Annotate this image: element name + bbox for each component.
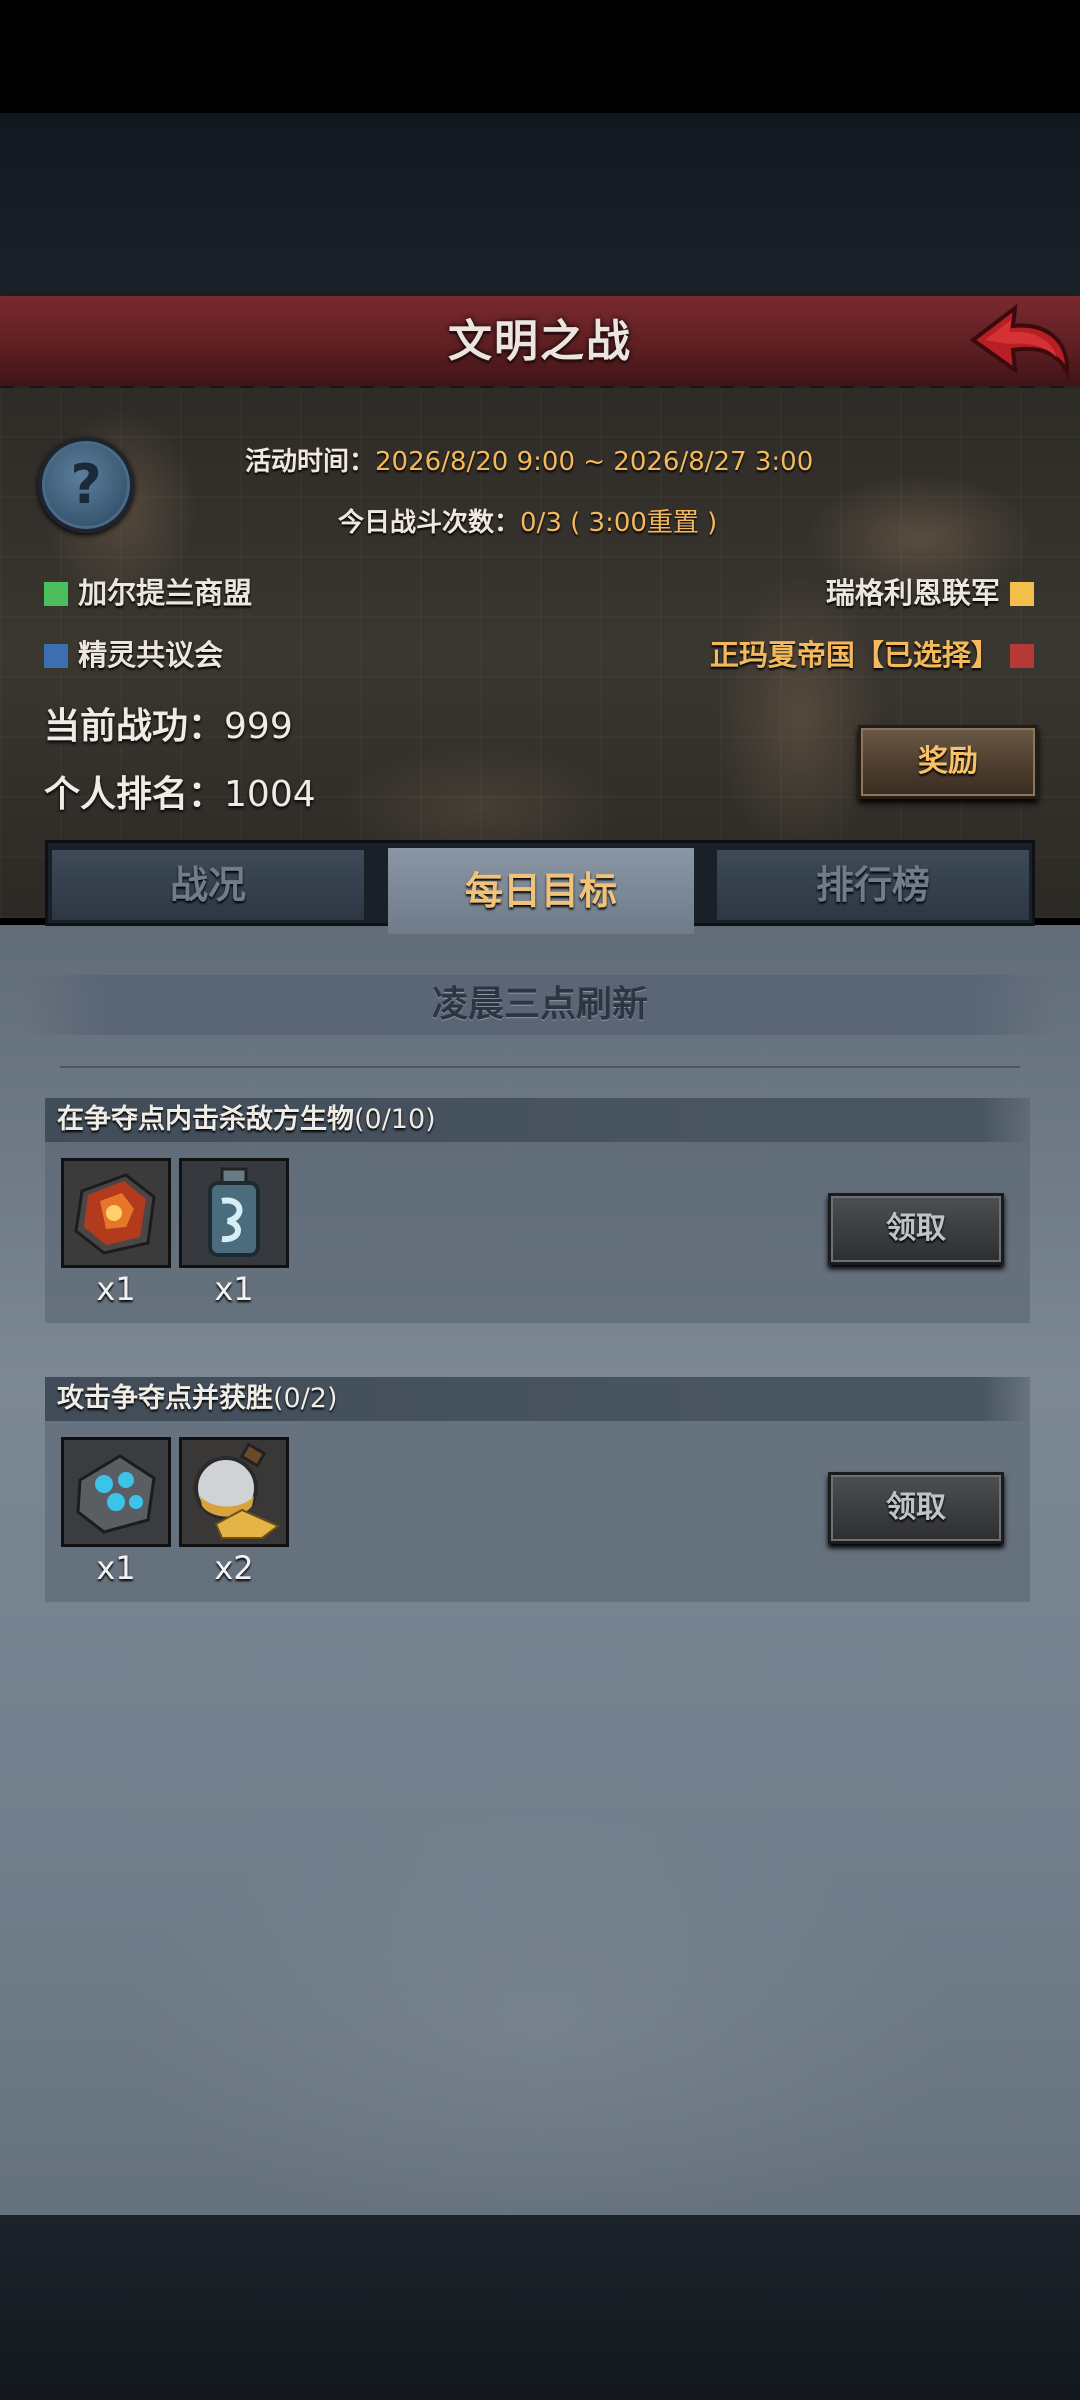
tab-battle-status[interactable]: 战况 bbox=[52, 850, 364, 920]
lava-ore-icon-graphic bbox=[64, 1161, 168, 1265]
back-arrow-icon bbox=[969, 303, 1070, 380]
item-quantity: x1 bbox=[96, 1270, 136, 1308]
page-title: 文明之战 bbox=[448, 316, 632, 367]
item-quantity: x1 bbox=[214, 1270, 254, 1308]
question-icon: ? bbox=[70, 453, 102, 516]
potion-bottle-icon-graphic bbox=[182, 1161, 286, 1265]
faction-legend-2: 瑞格利恩联军 bbox=[826, 570, 1034, 612]
faction-color-swatch bbox=[44, 582, 68, 606]
faction-name: 加尔提兰商盟 bbox=[78, 576, 253, 610]
faction-legend-1: 加尔提兰商盟 bbox=[44, 570, 252, 612]
faction-color-swatch bbox=[1010, 644, 1034, 668]
faction-name: 正玛夏帝国【已选择】 bbox=[709, 638, 1000, 672]
faction-color-swatch bbox=[1010, 582, 1034, 606]
battle-count-label: 今日战斗次数： bbox=[338, 508, 521, 538]
battle-count-value: 0/3 ( 3:00重置 ) bbox=[520, 508, 718, 538]
refresh-note: 凌晨三点刷新 bbox=[431, 984, 648, 1025]
merit-stat: 当前战功：999 bbox=[44, 697, 293, 749]
lava-ore-icon[interactable] bbox=[61, 1158, 171, 1268]
faction-color-swatch bbox=[44, 644, 68, 668]
task-name: 在争夺点内击杀敌方生物 bbox=[57, 1104, 354, 1135]
task-title: 在争夺点内击杀敌方生物(0/10) bbox=[57, 1098, 436, 1142]
tab-daily-goals[interactable]: 每日目标 bbox=[388, 848, 694, 934]
item-quantity: x1 bbox=[96, 1549, 136, 1587]
rank-stat: 个人排名：1004 bbox=[44, 765, 316, 817]
claim-button[interactable]: 领取 bbox=[828, 1472, 1004, 1544]
event-time-label: 活动时间： bbox=[245, 447, 376, 477]
gold-sand-flask-icon[interactable] bbox=[179, 1437, 289, 1547]
tab-leaderboard[interactable]: 排行榜 bbox=[717, 850, 1029, 920]
merit-label: 当前战功： bbox=[44, 706, 225, 747]
event-time-value: 2026/8/20 9:00 ~ 2026/8/27 3:00 bbox=[375, 447, 814, 477]
status-bar-area bbox=[0, 0, 1080, 113]
event-time: 活动时间：2026/8/20 9:00 ~ 2026/8/27 3:00 bbox=[245, 441, 813, 478]
back-button[interactable] bbox=[965, 300, 1075, 384]
item-quantity: x2 bbox=[214, 1549, 254, 1587]
top-backdrop bbox=[0, 113, 1080, 298]
reward-button[interactable]: 奖励 bbox=[858, 725, 1038, 799]
faction-legend-3: 精灵共议会 bbox=[44, 632, 223, 674]
help-button[interactable]: ? bbox=[38, 437, 134, 533]
bottom-backdrop bbox=[0, 2215, 1080, 2400]
claim-button[interactable]: 领取 bbox=[828, 1193, 1004, 1265]
divider bbox=[60, 1066, 1020, 1068]
rank-label: 个人排名： bbox=[44, 774, 225, 815]
faction-name: 精灵共议会 bbox=[78, 638, 224, 672]
merit-value: 999 bbox=[224, 706, 293, 747]
task-progress: (0/10) bbox=[354, 1104, 436, 1135]
task-name: 攻击争夺点并获胜 bbox=[57, 1383, 273, 1414]
battle-count: 今日战斗次数：0/3 ( 3:00重置 ) bbox=[338, 502, 717, 539]
rune-stone-icon[interactable] bbox=[61, 1437, 171, 1547]
gold-sand-flask-icon-graphic bbox=[182, 1440, 286, 1544]
task-progress: (0/2) bbox=[273, 1383, 338, 1414]
potion-bottle-icon[interactable] bbox=[179, 1158, 289, 1268]
faction-legend-4: 正玛夏帝国【已选择】 bbox=[710, 632, 1034, 674]
rune-stone-icon-graphic bbox=[64, 1440, 168, 1544]
rank-value: 1004 bbox=[224, 774, 316, 815]
faction-name: 瑞格利恩联军 bbox=[825, 576, 1000, 610]
task-title: 攻击争夺点并获胜(0/2) bbox=[57, 1377, 338, 1421]
